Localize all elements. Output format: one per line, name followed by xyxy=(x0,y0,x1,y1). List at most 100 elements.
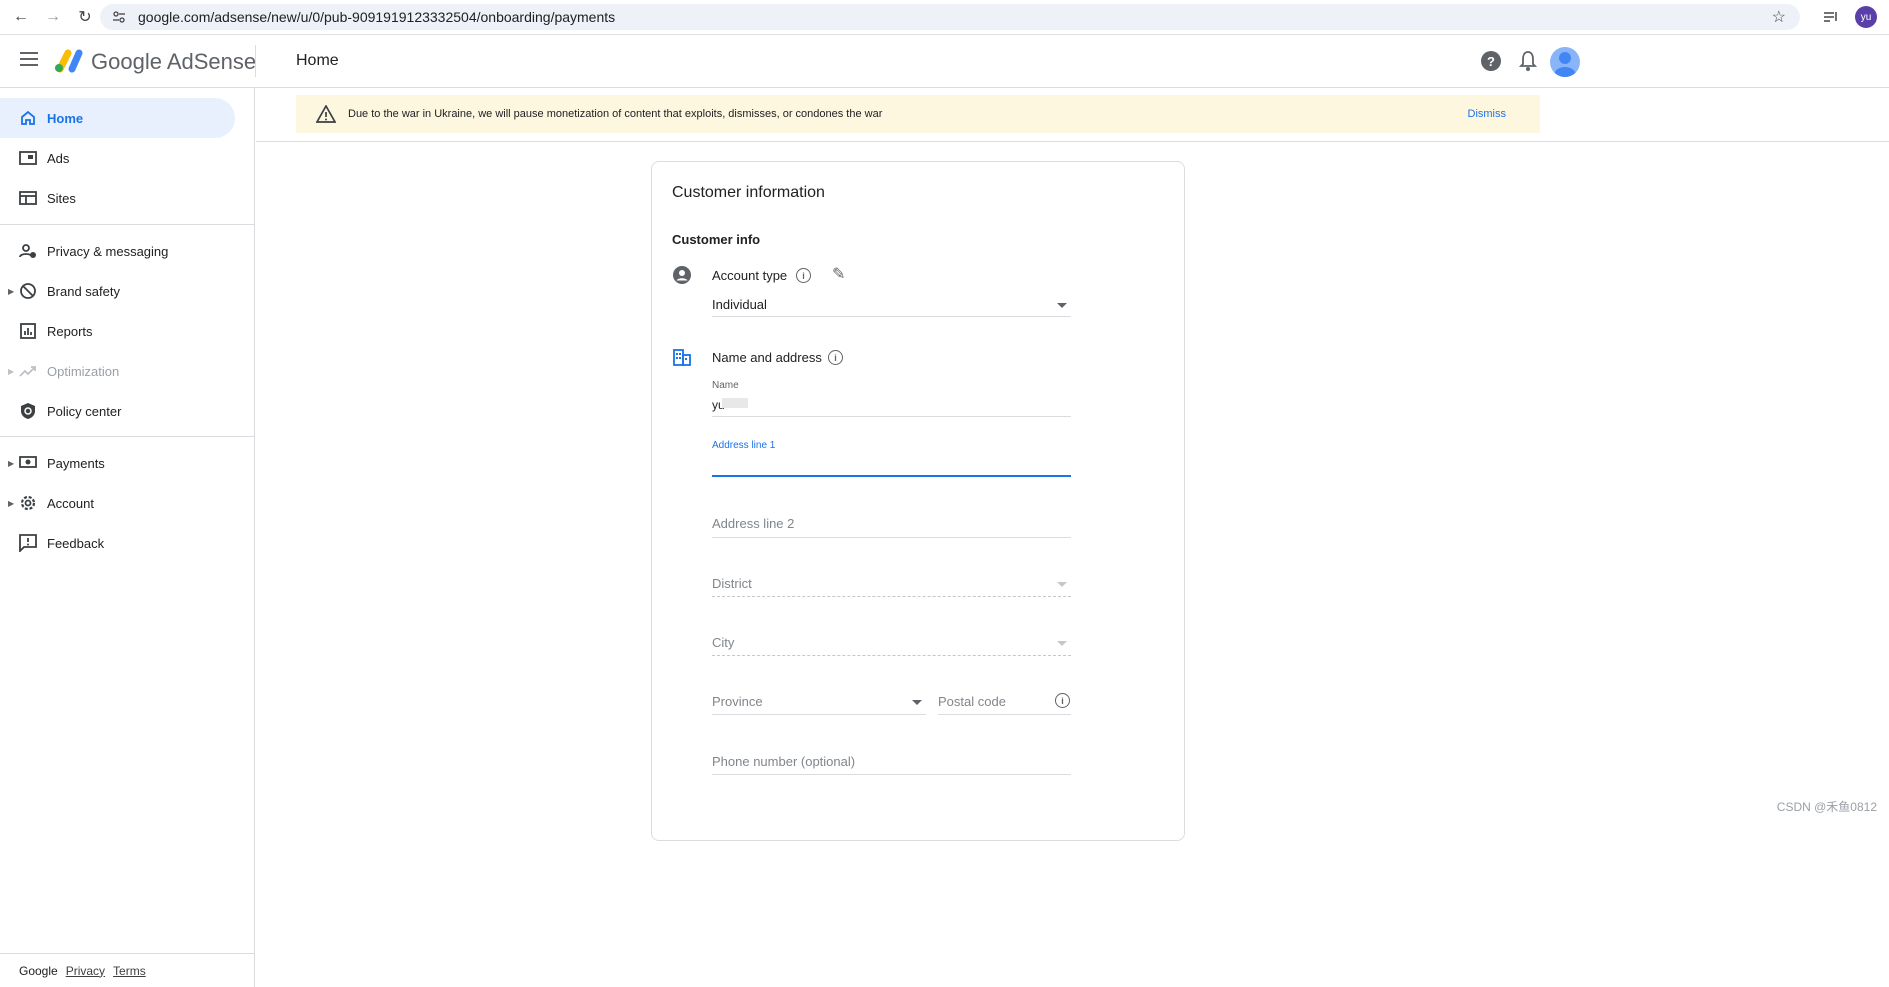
account-circle-icon xyxy=(673,266,691,284)
account-type-select[interactable]: Individual xyxy=(712,290,1071,317)
app-header: Google AdSense Home ? xyxy=(0,35,1889,88)
sidebar-item-payments[interactable]: ▶ Payments xyxy=(0,443,235,483)
field-underline xyxy=(938,714,1071,715)
sidebar-item-policy-center[interactable]: Policy center xyxy=(0,391,235,431)
info-icon[interactable]: i xyxy=(1055,693,1070,708)
dropdown-arrow-icon xyxy=(1057,303,1067,308)
city-select[interactable]: City xyxy=(712,631,1071,657)
payments-icon xyxy=(18,453,38,473)
footer-google: Google xyxy=(19,963,58,978)
province-placeholder: Province xyxy=(712,694,763,709)
media-control-icon[interactable] xyxy=(1823,10,1839,24)
edit-pencil-icon[interactable]: ✎ xyxy=(832,264,845,284)
expand-caret-icon[interactable]: ▶ xyxy=(8,499,14,508)
address-line-2-input[interactable]: Address line 2 xyxy=(712,512,1071,538)
address-bar[interactable]: google.com/adsense/new/u/0/pub-909191912… xyxy=(100,4,1800,30)
sidebar-item-home[interactable]: Home xyxy=(0,98,235,138)
dismiss-button[interactable]: Dismiss xyxy=(1468,108,1507,120)
address-line-2-placeholder: Address line 2 xyxy=(712,516,795,531)
war-notice-banner: Due to the war in Ukraine, we will pause… xyxy=(296,95,1540,133)
account-type-label: Account type xyxy=(712,268,788,283)
field-underline xyxy=(712,655,1071,656)
name-field[interactable]: Name yu xyxy=(712,380,1071,418)
dropdown-arrow-icon xyxy=(1057,582,1067,587)
card-title: Customer information xyxy=(672,184,825,201)
info-icon[interactable]: i xyxy=(796,268,811,283)
csdn-watermark: CSDN @禾鱼0812 xyxy=(1776,800,1877,814)
terms-link[interactable]: Terms xyxy=(113,964,146,978)
browser-profile-avatar[interactable]: yu xyxy=(1855,6,1877,28)
district-placeholder: District xyxy=(712,576,752,591)
shield-icon xyxy=(18,401,38,421)
info-icon[interactable]: i xyxy=(828,350,843,365)
phone-placeholder: Phone number (optional) xyxy=(712,754,856,769)
field-underline-focused xyxy=(712,475,1071,477)
page-title: Home xyxy=(296,52,339,69)
site-settings-icon[interactable] xyxy=(112,10,126,24)
district-select[interactable]: District xyxy=(712,572,1071,598)
name-label: Name xyxy=(712,380,739,391)
dropdown-arrow-icon xyxy=(912,700,922,705)
home-icon xyxy=(18,108,38,128)
feedback-icon xyxy=(18,533,38,553)
sidebar-item-label: Feedback xyxy=(47,535,105,551)
sidebar-item-feedback[interactable]: Feedback xyxy=(0,523,235,563)
ads-icon xyxy=(18,148,38,168)
sidebar-item-brand-safety[interactable]: ▶ Brand safety xyxy=(0,271,235,311)
forward-icon[interactable]: → xyxy=(42,6,64,28)
field-underline xyxy=(712,416,1071,417)
name-and-address-label: Name and address xyxy=(712,350,822,365)
sidebar-item-account[interactable]: ▶ Account xyxy=(0,483,235,523)
reload-icon[interactable]: ↻ xyxy=(74,6,96,28)
field-underline xyxy=(712,774,1071,775)
header-divider xyxy=(255,45,256,77)
city-placeholder: City xyxy=(712,635,735,650)
trending-icon xyxy=(18,361,38,381)
help-icon[interactable]: ? xyxy=(1481,51,1501,71)
privacy-icon xyxy=(18,241,38,261)
url-text[interactable]: google.com/adsense/new/u/0/pub-909191912… xyxy=(138,9,615,25)
account-avatar[interactable] xyxy=(1550,47,1580,77)
bookmark-star-icon[interactable]: ☆ xyxy=(1772,7,1786,27)
dropdown-arrow-icon xyxy=(1057,641,1067,646)
hamburger-menu-icon[interactable] xyxy=(20,52,38,70)
sidebar-item-ads[interactable]: Ads xyxy=(0,138,235,178)
warning-icon xyxy=(316,105,336,123)
banner-message: Due to the war in Ukraine, we will pause… xyxy=(348,108,883,120)
phone-number-input[interactable]: Phone number (optional) xyxy=(712,750,1071,776)
expand-caret-icon[interactable]: ▶ xyxy=(8,459,14,468)
field-underline xyxy=(712,316,1071,317)
privacy-link[interactable]: Privacy xyxy=(66,964,105,978)
account-type-value: Individual xyxy=(712,297,767,312)
notifications-bell-icon[interactable] xyxy=(1519,50,1537,72)
block-icon xyxy=(18,281,38,301)
sidebar-item-label: Brand safety xyxy=(47,283,120,299)
brand-name: Google AdSense xyxy=(91,49,257,74)
content-divider xyxy=(256,141,1889,142)
sidebar-item-label: Policy center xyxy=(47,403,122,419)
adsense-logo xyxy=(55,49,83,73)
sidebar-item-label: Home xyxy=(47,110,84,126)
field-underline xyxy=(712,714,926,715)
sidebar-nav: Home Ads Sites Privacy & messaging ▶ Bra… xyxy=(0,88,255,987)
postal-code-input[interactable]: Postal code i xyxy=(938,690,1071,716)
customer-information-card: Customer information Customer info Accou… xyxy=(651,161,1185,841)
redacted-text xyxy=(722,398,748,408)
sites-icon xyxy=(18,188,38,208)
sidebar-footer: Google Privacy Terms xyxy=(0,953,255,987)
back-icon[interactable]: ← xyxy=(10,6,32,28)
postal-code-placeholder: Postal code xyxy=(938,694,1006,709)
province-select[interactable]: Province xyxy=(712,690,926,716)
expand-caret-icon[interactable]: ▶ xyxy=(8,287,14,296)
sidebar-item-privacy[interactable]: Privacy & messaging xyxy=(0,231,235,271)
sidebar-item-label: Sites xyxy=(47,190,76,206)
sidebar-item-reports[interactable]: Reports xyxy=(0,311,235,351)
reports-icon xyxy=(18,321,38,341)
sidebar-item-label: Ads xyxy=(47,150,70,166)
field-underline xyxy=(712,537,1071,538)
address-line-1-label: Address line 1 xyxy=(712,440,776,451)
address-line-1-input[interactable]: Address line 1 xyxy=(712,440,1071,478)
sidebar-item-sites[interactable]: Sites xyxy=(0,178,235,218)
expand-caret-icon[interactable]: ▶ xyxy=(8,367,14,376)
sidebar-item-optimization[interactable]: ▶ Optimization xyxy=(0,351,235,391)
